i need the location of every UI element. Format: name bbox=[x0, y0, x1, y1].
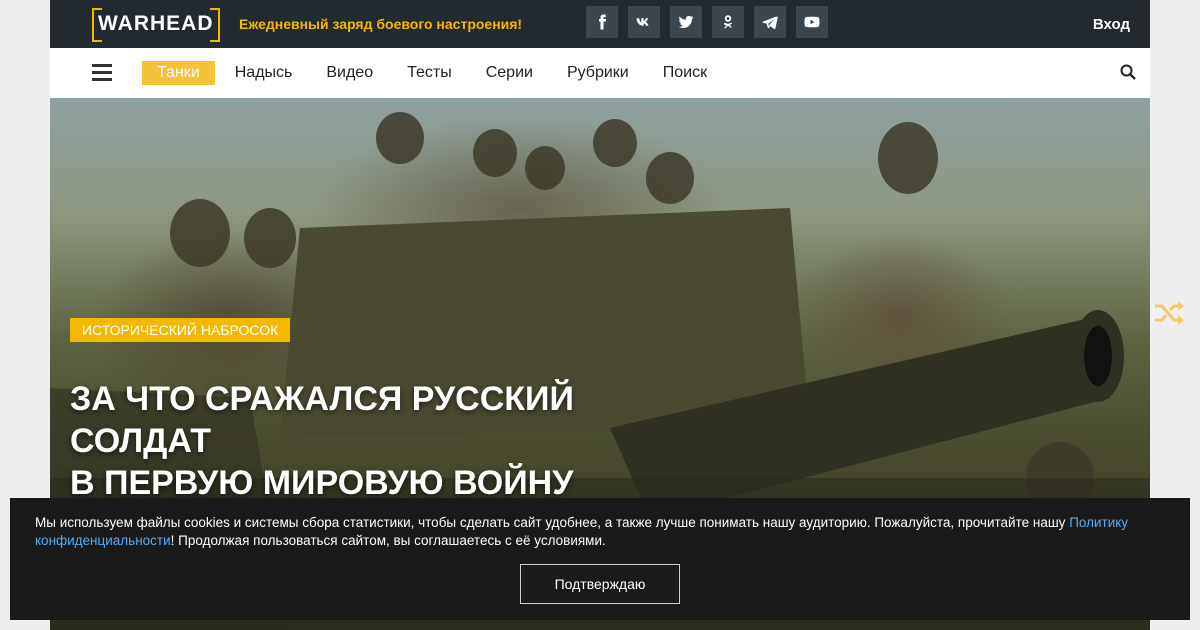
article-title-line-1: За что сражался русский солдат bbox=[70, 380, 574, 460]
main-nav: Танки Надысь Видео Тесты Серии Рубрики П… bbox=[50, 48, 1150, 99]
cookie-text-before: Мы используем файлы cookies и системы сб… bbox=[35, 515, 1070, 530]
nav-item-search[interactable]: Поиск bbox=[663, 61, 707, 85]
nav-item-series[interactable]: Серии bbox=[486, 61, 533, 85]
facebook-icon[interactable] bbox=[586, 6, 618, 38]
nav-item-video[interactable]: Видео bbox=[326, 61, 373, 85]
youtube-icon[interactable] bbox=[796, 6, 828, 38]
category-badge[interactable]: Исторический набросок bbox=[70, 318, 291, 342]
site-logo[interactable]: WARHEAD bbox=[92, 8, 220, 42]
top-bar: WARHEAD Ежедневный заряд боевого настрое… bbox=[50, 0, 1150, 48]
nav-items: Танки Надысь Видео Тесты Серии Рубрики П… bbox=[142, 61, 741, 85]
social-links bbox=[586, 6, 828, 38]
menu-icon[interactable] bbox=[92, 64, 112, 82]
nav-item-nadys[interactable]: Надысь bbox=[235, 61, 293, 85]
logo-text: WARHEAD bbox=[98, 12, 214, 35]
odnoklassniki-icon[interactable] bbox=[712, 6, 744, 38]
tagline: Ежедневный заряд боевого настроения! bbox=[239, 16, 523, 32]
twitter-icon[interactable] bbox=[670, 6, 702, 38]
nav-item-tests[interactable]: Тесты bbox=[407, 61, 452, 85]
vk-icon[interactable] bbox=[628, 6, 660, 38]
cookie-text-after: ! Продолжая пользоваться сайтом, вы согл… bbox=[170, 533, 606, 548]
cookie-message: Мы используем файлы cookies и системы сб… bbox=[35, 514, 1165, 550]
telegram-icon[interactable] bbox=[754, 6, 786, 38]
login-link[interactable]: Вход bbox=[1093, 16, 1130, 33]
confirm-cookies-button[interactable]: Подтверждаю bbox=[520, 564, 680, 604]
logo-frame: WARHEAD bbox=[92, 8, 220, 42]
nav-item-tanks[interactable]: Танки bbox=[142, 61, 215, 85]
nav-item-rubrics[interactable]: Рубрики bbox=[567, 61, 629, 85]
article-title[interactable]: За что сражался русский солдат в Первую … bbox=[70, 378, 710, 504]
shuffle-icon[interactable] bbox=[1153, 298, 1185, 328]
cookie-banner: Мы используем файлы cookies и системы сб… bbox=[10, 498, 1190, 620]
search-icon[interactable] bbox=[1120, 64, 1136, 80]
